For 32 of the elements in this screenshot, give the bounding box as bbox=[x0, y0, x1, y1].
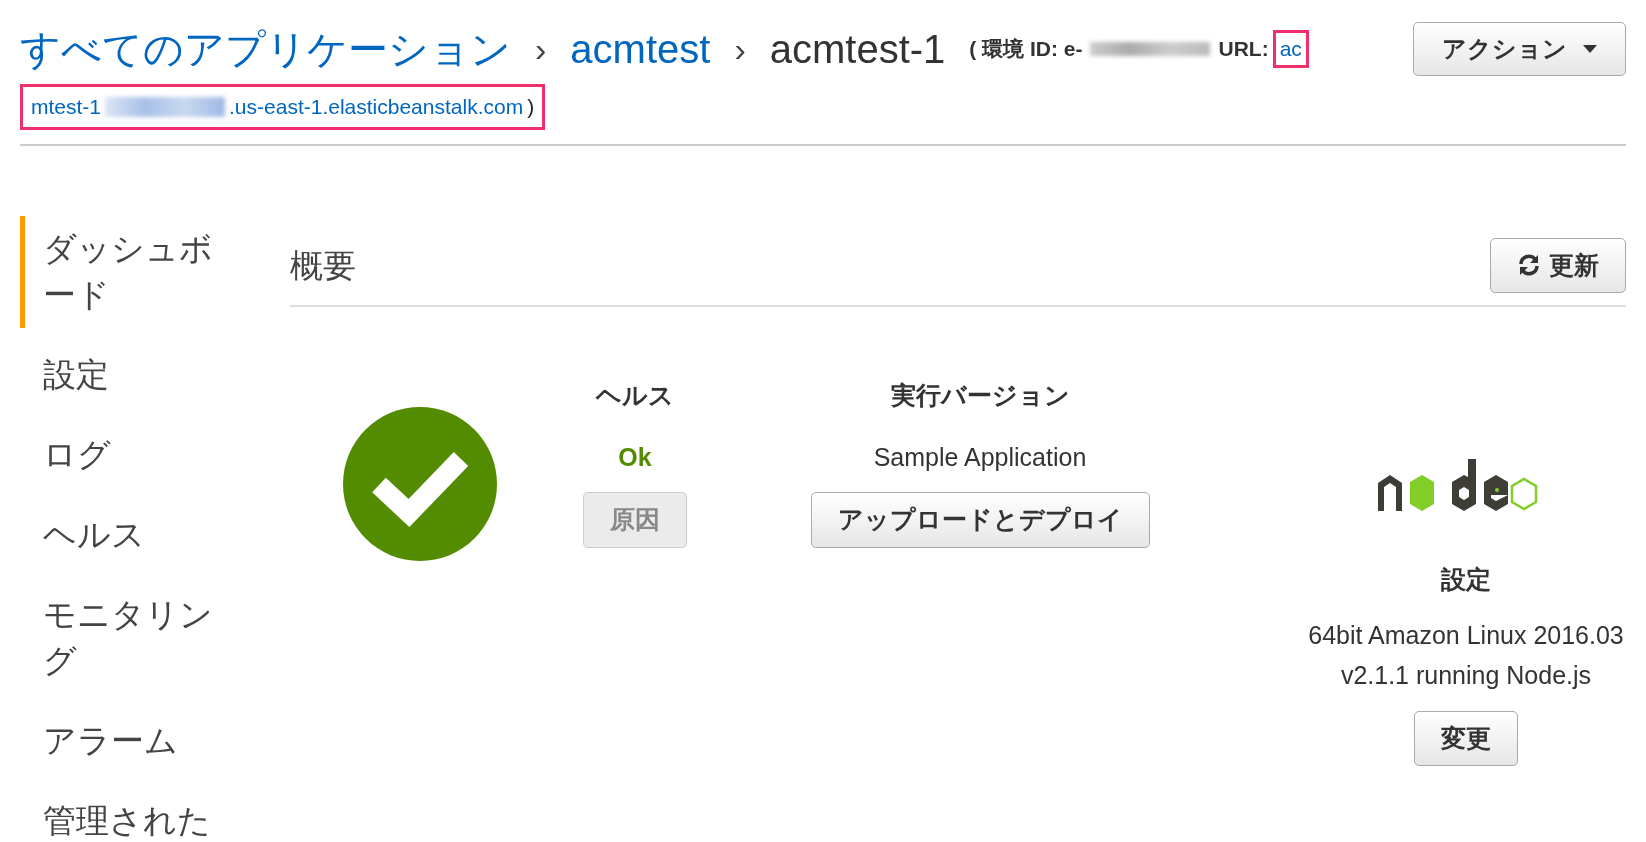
column-heading: 実行バージョン bbox=[890, 380, 1070, 411]
version-label: Sample Application bbox=[873, 441, 1087, 473]
deploy-button[interactable]: アップロードとデプロイ bbox=[810, 492, 1150, 548]
check-circle-icon bbox=[343, 407, 497, 561]
url-label: URL: bbox=[1218, 36, 1269, 63]
change-button[interactable]: 変更 bbox=[1414, 710, 1518, 766]
caret-icon bbox=[1583, 45, 1597, 53]
breadcrumb-separator: › bbox=[535, 28, 547, 70]
sidebar-item[interactable]: モニタリング bbox=[20, 581, 230, 694]
breadcrumb-link[interactable]: すべてのアプリケーション bbox=[20, 22, 511, 76]
sidebar-item[interactable]: 管理された bbox=[20, 787, 230, 842]
actions-button[interactable]: アクション bbox=[1413, 22, 1626, 76]
sidebar-item[interactable]: 設定 bbox=[20, 341, 230, 408]
health-status: Ok bbox=[618, 441, 652, 473]
refresh-button[interactable]: 更新 bbox=[1490, 237, 1626, 293]
close-paren: ) bbox=[527, 94, 535, 120]
breadcrumb-separator: › bbox=[734, 28, 746, 70]
refresh-icon bbox=[1517, 253, 1541, 278]
sidebar-item[interactable]: アラーム bbox=[20, 707, 230, 774]
column-heading: ヘルス bbox=[596, 380, 674, 411]
breadcrumb-link[interactable]: acmtest bbox=[570, 22, 711, 76]
url-link[interactable]: ac bbox=[1279, 33, 1302, 65]
environment-id-label: ( 環境 ID: e- bbox=[969, 36, 1083, 63]
platform-description: 64bit Amazon Linux 2016.03 v2.1.1 running Node.js bbox=[1308, 619, 1624, 691]
sidebar-item[interactable]: ログ bbox=[20, 421, 230, 488]
sidebar-item[interactable]: ヘルス bbox=[20, 501, 230, 568]
breadcrumb-current: acmtest-1 bbox=[769, 26, 946, 73]
column-heading: 設定 bbox=[1441, 564, 1491, 595]
url-link[interactable]: .us-east-1.elasticbeanstalk.com bbox=[229, 91, 524, 123]
section-title: 概要 bbox=[290, 245, 356, 286]
sidebar-item[interactable]: ダッシュボード bbox=[20, 215, 230, 328]
url-link[interactable]: mtest-1 bbox=[31, 91, 101, 123]
